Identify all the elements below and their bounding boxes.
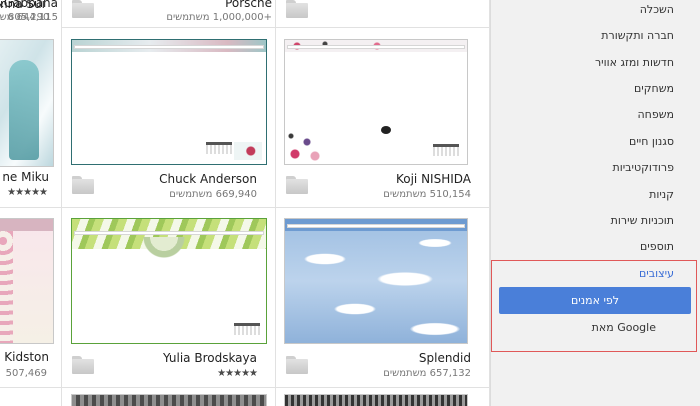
sidebar-item-social[interactable]: חברה ותקשורת: [601, 29, 674, 42]
sidebar-item-themes[interactable]: עיצובים: [639, 267, 674, 280]
sidebar-item-games[interactable]: משחקים: [634, 82, 674, 95]
theme-card-cath-kidston[interactable]: Kidston 507,469: [0, 208, 62, 388]
user-count: 644,115 משתמשים: [0, 12, 58, 23]
sidebar-item-productivity[interactable]: פרודוקטיביות: [612, 161, 674, 174]
sidebar-item-shopping[interactable]: קניות: [649, 188, 674, 201]
folder-icon: [286, 174, 308, 194]
sidebar-item-extensions[interactable]: תוספים: [640, 240, 674, 253]
theme-card-porsche[interactable]: [276, 0, 490, 28]
sidebar-item-lifestyle[interactable]: סגנון חיים: [629, 135, 674, 148]
theme-card-partial[interactable]: [62, 388, 276, 406]
sidebar-item-family[interactable]: משפחה: [637, 108, 674, 121]
user-count: 507,469: [5, 368, 47, 379]
folder-icon: [286, 0, 308, 18]
folder-icon: [72, 354, 94, 374]
theme-title: Dolce&Gabbana: [0, 0, 58, 10]
theme-thumbnail[interactable]: [284, 218, 468, 344]
sidebar-item-news-weather[interactable]: חדשות ומזג אוויר: [595, 56, 674, 69]
user-count: +1,000,000 משתמשים: [166, 12, 272, 23]
theme-title: ne Miku: [2, 170, 49, 184]
theme-card-chuck-anderson[interactable]: Chuck Anderson 669,940 משתמשים: [62, 28, 276, 208]
theme-title: Koji NISHIDA: [395, 172, 471, 186]
folder-icon: [72, 0, 94, 18]
theme-title: Chuck Anderson: [159, 172, 257, 186]
theme-card-koji-nishida[interactable]: Koji NISHIDA 510,154 משתמשים: [276, 28, 490, 208]
theme-title: Splendid: [418, 351, 471, 365]
theme-grid: ne Miku ★★★★★ nna Sui 805,290 Kidston 50…: [0, 0, 490, 406]
theme-title: Yulia Brodskaya: [162, 351, 257, 365]
user-count: 669,940 משתמשים: [169, 189, 257, 200]
sidebar-item-utilities[interactable]: תוכניות שירות: [611, 214, 674, 227]
theme-card-hatsune-miku[interactable]: ne Miku ★★★★★: [0, 0, 62, 208]
user-count: 510,154 משתמשים: [383, 189, 471, 200]
user-count: 657,132 משתמשים: [383, 368, 471, 379]
theme-thumbnail[interactable]: [0, 218, 54, 344]
rating-stars: ★★★★★: [217, 368, 258, 379]
sidebar-subitem-by-artists[interactable]: לפי אמנים: [499, 287, 691, 314]
theme-thumbnail[interactable]: [71, 39, 267, 165]
sidebar-item-education[interactable]: השכלה: [640, 3, 674, 16]
sidebar-subitem-by-google[interactable]: מאת Google: [592, 321, 656, 334]
folder-icon: [286, 354, 308, 374]
theme-title: Porsche: [225, 0, 272, 10]
theme-card-partial[interactable]: [276, 388, 490, 406]
folder-icon: [72, 174, 94, 194]
theme-thumbnail[interactable]: [284, 39, 468, 165]
theme-card-splendid[interactable]: Splendid 657,132 משתמשים: [276, 208, 490, 388]
theme-title: Kidston: [4, 350, 49, 364]
theme-thumbnail[interactable]: [71, 218, 267, 344]
theme-thumbnail[interactable]: [0, 39, 54, 167]
theme-card-yulia-brodskaya[interactable]: Yulia Brodskaya ★★★★★: [62, 208, 276, 388]
rating-stars: ★★★★★: [7, 187, 48, 198]
theme-card-partial[interactable]: [0, 388, 62, 406]
